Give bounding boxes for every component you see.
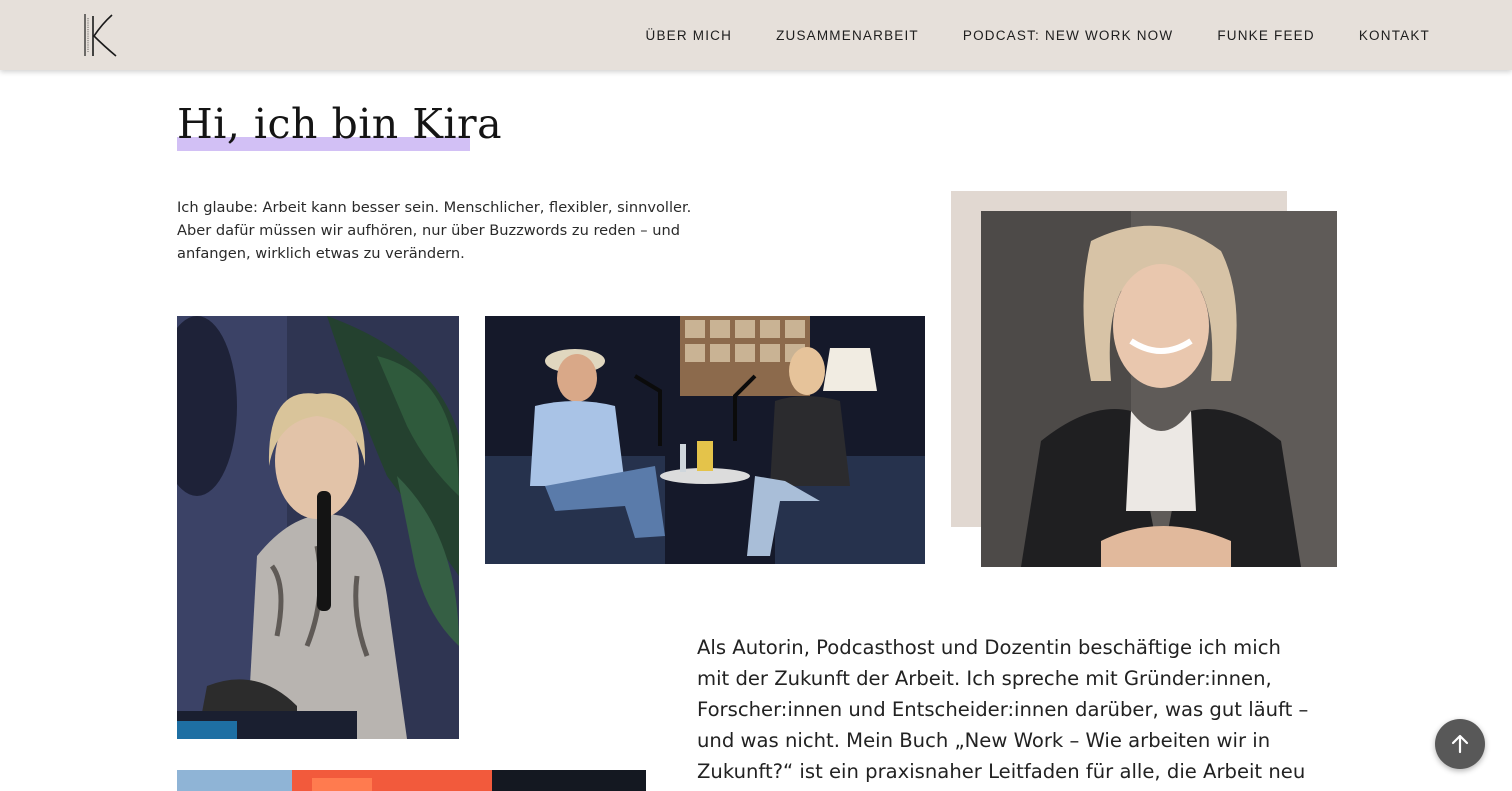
intro-text: Ich glaube: Arbeit kann besser sein. Men… (177, 199, 692, 262)
podcast-photo (485, 316, 925, 564)
logo-link[interactable] (82, 12, 120, 58)
nav-item-kontakt[interactable]: KONTAKT (1359, 28, 1430, 43)
arrow-up-icon (1451, 734, 1469, 754)
nav-item-funke-feed[interactable]: FUNKE FEED (1217, 28, 1315, 43)
nav-item-zusammenarbeit[interactable]: ZUSAMMENARBEIT (776, 28, 919, 43)
headline-block: Hi, ich bin Kira (177, 98, 502, 158)
main-nav: ÜBER MICH ZUSAMMENARBEIT PODCAST: NEW WO… (646, 0, 1431, 70)
stage-photo (177, 316, 459, 739)
event-photo (177, 770, 646, 791)
page-title: Hi, ich bin Kira (177, 100, 503, 148)
portrait-photo (981, 211, 1337, 567)
nav-item-podcast[interactable]: PODCAST: NEW WORK NOW (963, 28, 1173, 43)
kira-k-monogram-logo-icon (84, 14, 117, 57)
nav-item-ueber-mich[interactable]: ÜBER MICH (646, 28, 733, 43)
about-text: Als Autorin, Podcasthost und Dozentin be… (697, 636, 1309, 783)
scroll-to-top-button[interactable] (1435, 719, 1485, 769)
site-header: ÜBER MICH ZUSAMMENARBEIT PODCAST: NEW WO… (0, 0, 1512, 70)
